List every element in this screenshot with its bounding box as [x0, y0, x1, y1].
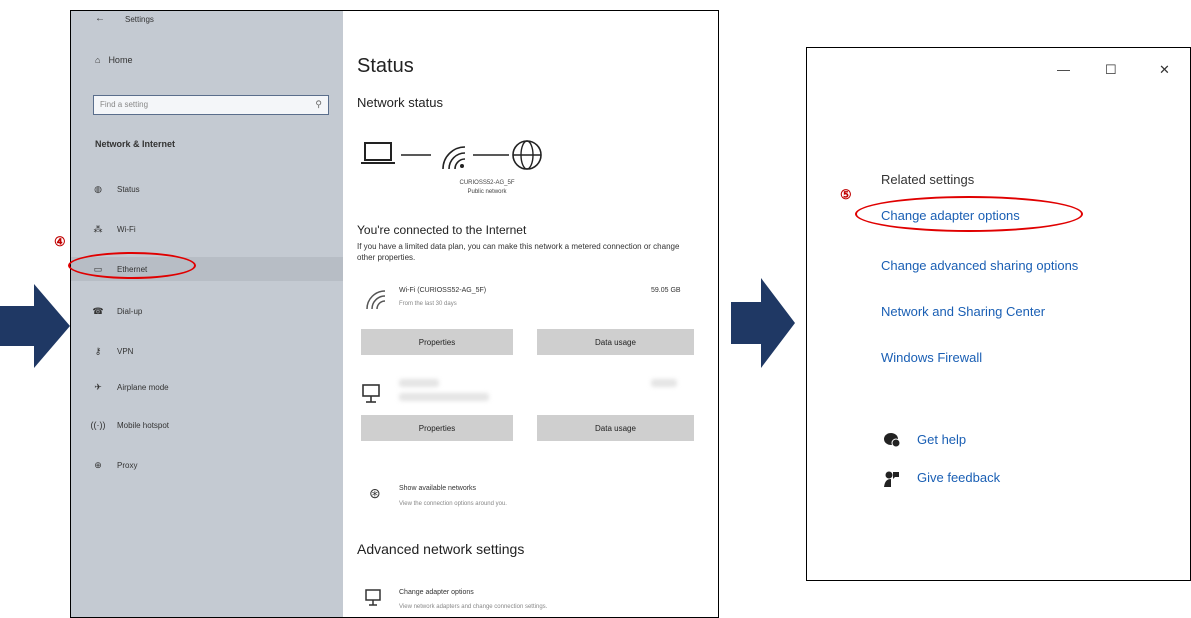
- sidebar-item-label: Mobile hotspot: [117, 420, 170, 430]
- ethernet-properties-button[interactable]: Properties: [361, 415, 513, 441]
- blurred-adapter-usage: [651, 379, 677, 387]
- network-sharing-center-link[interactable]: Network and Sharing Center: [881, 304, 1045, 319]
- wifi-signal-icon: [442, 146, 466, 170]
- sidebar-item-status[interactable]: ◍ Status: [71, 177, 343, 201]
- wifi-adapter-icon: [366, 290, 386, 310]
- ethernet-data-usage-button[interactable]: Data usage: [537, 415, 694, 441]
- connected-heading: You're connected to the Internet: [357, 223, 527, 237]
- search-input[interactable]: Find a setting ⚲: [93, 95, 329, 115]
- settings-sidebar: ← Settings ⌂ Home Find a setting ⚲ Netwo…: [71, 11, 343, 617]
- sidebar-item-dialup[interactable]: ☎ Dial-up: [71, 299, 343, 323]
- status-icon: ◍: [94, 183, 102, 194]
- maximize-icon[interactable]: ☐: [1105, 62, 1117, 78]
- change-adapter-sub: View network adapters and change connect…: [399, 604, 548, 610]
- sidebar-item-label: Dial-up: [117, 306, 143, 316]
- search-placeholder: Find a setting: [100, 100, 149, 109]
- step-5-marker: ⑤: [840, 187, 852, 202]
- wifi-data-usage-button[interactable]: Data usage: [537, 329, 694, 355]
- windows-firewall-link[interactable]: Windows Firewall: [881, 350, 982, 365]
- section-header: Network & Internet: [95, 139, 176, 149]
- sidebar-item-label: Proxy: [117, 460, 138, 470]
- show-networks-icon: ⊛: [369, 485, 381, 501]
- related-settings-heading: Related settings: [881, 172, 975, 187]
- network-type: Public network: [467, 189, 507, 195]
- laptop-icon: [361, 142, 395, 164]
- feedback-icon: [884, 471, 899, 487]
- blurred-adapter-sub: [399, 393, 489, 401]
- window-title: Settings: [125, 15, 154, 24]
- status-page: Status Network status CURIOSS52-AG_5F Pu…: [343, 11, 718, 617]
- sidebar-item-vpn[interactable]: ⚷ VPN: [71, 339, 343, 363]
- sidebar-item-label: Airplane mode: [117, 382, 169, 392]
- sidebar-item-proxy[interactable]: ⊕ Proxy: [71, 453, 343, 477]
- sidebar-item-label: VPN: [117, 346, 134, 356]
- globe-icon: [512, 140, 542, 170]
- network-name: CURIOSS52-AG_5F: [459, 180, 515, 186]
- help-icon: [884, 433, 901, 448]
- ethernet-adapter-icon: [362, 384, 380, 403]
- wifi-adapter-sub: From the last 30 days: [399, 301, 457, 307]
- change-advanced-sharing-link[interactable]: Change advanced sharing options: [881, 258, 1078, 273]
- network-status-heading: Network status: [357, 95, 443, 110]
- phone-icon: ☎: [92, 305, 104, 316]
- back-arrow-icon[interactable]: ←: [95, 13, 105, 24]
- sidebar-item-label: Status: [117, 184, 140, 194]
- change-adapter-highlight-oval: [855, 196, 1083, 232]
- wifi-data-usage: 59.05 GB: [651, 287, 681, 294]
- wifi-adapter-label: Wi-Fi (CURIOSS52-AG_5F): [399, 287, 487, 294]
- settings-window: ← Settings ⌂ Home Find a setting ⚲ Netwo…: [70, 10, 719, 618]
- home-label: Home: [108, 55, 133, 65]
- get-help-link[interactable]: Get help: [917, 432, 966, 447]
- close-icon[interactable]: ✕: [1159, 62, 1170, 78]
- show-networks-sub: View the connection options around you.: [399, 501, 507, 507]
- hotspot-icon: ((·)): [90, 420, 106, 430]
- sidebar-item-airplane[interactable]: ✈ Airplane mode: [71, 375, 343, 399]
- wifi-icon: ⁂: [93, 223, 103, 234]
- change-adapter-link[interactable]: Change adapter options: [399, 589, 474, 596]
- vpn-icon: ⚷: [94, 345, 102, 356]
- airplane-icon: ✈: [94, 381, 102, 392]
- sidebar-item-label: Wi-Fi: [117, 224, 136, 234]
- sidebar-item-hotspot[interactable]: ((·)) Mobile hotspot: [71, 413, 343, 437]
- search-icon: ⚲: [315, 99, 322, 109]
- minimize-icon[interactable]: —: [1057, 62, 1070, 77]
- home-nav-item[interactable]: ⌂ Home: [95, 55, 132, 65]
- step-4-marker: ④: [54, 234, 66, 249]
- adapter-options-icon: [365, 589, 381, 606]
- page-title: Status: [357, 55, 414, 77]
- network-name-block: CURIOSS52-AG_5F Public network: [427, 179, 547, 197]
- flow-arrow-left: [0, 284, 70, 368]
- globe-icon: ⊕: [94, 459, 102, 470]
- flow-arrow-middle: [731, 278, 795, 368]
- sidebar-item-wifi[interactable]: ⁂ Wi-Fi: [71, 217, 343, 241]
- home-icon: ⌂: [95, 55, 101, 65]
- blurred-adapter-name: [399, 379, 439, 387]
- network-diagram: [361, 140, 542, 170]
- limited-data-text: If you have a limited data plan, you can…: [357, 242, 680, 262]
- give-feedback-link[interactable]: Give feedback: [917, 470, 1000, 485]
- advanced-heading: Advanced network settings: [357, 541, 525, 557]
- wifi-properties-button[interactable]: Properties: [361, 329, 513, 355]
- show-networks-link[interactable]: Show available networks: [399, 485, 476, 492]
- ethernet-highlight-oval: [68, 252, 196, 279]
- related-settings-window: — ☐ ✕ Related settings Change adapter op…: [806, 47, 1191, 581]
